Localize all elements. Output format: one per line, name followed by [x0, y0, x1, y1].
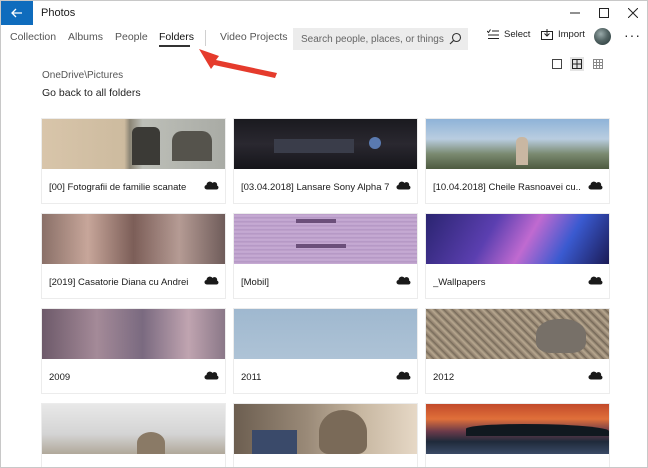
folder-name: [03.04.2018] Lansare Sony Alpha 7... [241, 182, 389, 193]
folder-thumbnail [234, 404, 417, 454]
onedrive-cloud-icon [588, 371, 603, 380]
nav-divider [205, 30, 206, 46]
folder-thumbnail [42, 119, 225, 169]
folder-thumbnail [42, 214, 225, 264]
minimize-button[interactable] [560, 1, 589, 25]
tab-folders[interactable]: Folders [159, 31, 194, 43]
folder-thumbnail [234, 309, 417, 359]
onedrive-cloud-icon [204, 276, 219, 285]
navigation-bar: Collection Albums People Folders Video P… [1, 25, 647, 53]
select-button[interactable]: Select [487, 29, 530, 40]
folder-card[interactable]: [2019] Casatorie Diana cu Andrei [42, 214, 225, 298]
folder-path: OneDrive\Pictures [42, 70, 124, 81]
onedrive-cloud-icon [396, 371, 411, 380]
select-label: Select [504, 29, 531, 40]
onedrive-cloud-icon [204, 181, 219, 190]
search-input[interactable]: Search people, places, or things [301, 34, 444, 45]
folder-card[interactable]: [10.04.2018] Cheile Rasnoavei cu... [426, 119, 609, 203]
onedrive-cloud-icon [396, 181, 411, 190]
folder-card[interactable]: [00] Fotografii de familie scanate [42, 119, 225, 203]
folder-thumbnail [234, 214, 417, 264]
folder-card[interactable] [42, 404, 225, 467]
go-back-link[interactable]: Go back to all folders [42, 87, 141, 99]
folder-card[interactable] [234, 404, 417, 467]
tab-video-projects[interactable]: Video Projects [220, 31, 288, 43]
back-button[interactable] [1, 1, 33, 25]
maximize-button[interactable] [589, 1, 618, 25]
small-tiles-view-icon[interactable] [591, 57, 605, 71]
folder-card[interactable]: 2012 [426, 309, 609, 393]
folder-card[interactable]: [03.04.2018] Lansare Sony Alpha 7... [234, 119, 417, 203]
window-controls [560, 1, 647, 25]
large-tiles-view-icon[interactable] [550, 57, 564, 71]
folder-name: 2011 [241, 372, 262, 383]
folder-thumbnail [426, 404, 609, 454]
folder-thumbnail [234, 119, 417, 169]
folder-name: [10.04.2018] Cheile Rasnoavei cu... [433, 182, 581, 193]
tab-people[interactable]: People [115, 31, 148, 43]
tab-collection[interactable]: Collection [10, 31, 56, 43]
close-icon [627, 8, 638, 18]
folder-name: [2019] Casatorie Diana cu Andrei [49, 277, 189, 288]
app-title: Photos [41, 7, 76, 19]
folder-name: _Wallpapers [433, 277, 486, 288]
folder-name: 2012 [433, 372, 455, 383]
folder-thumbnail [426, 214, 609, 264]
back-arrow-icon [11, 8, 22, 18]
title-bar: Photos [1, 1, 647, 25]
maximize-icon [598, 8, 609, 18]
close-button[interactable] [618, 1, 647, 25]
import-icon [541, 29, 553, 40]
import-label: Import [558, 29, 585, 40]
search-icon[interactable] [449, 32, 462, 45]
onedrive-cloud-icon [588, 181, 603, 190]
minimize-icon [569, 12, 580, 14]
select-list-icon [487, 29, 499, 39]
folder-card[interactable]: _Wallpapers [426, 214, 609, 298]
annotation-arrow-icon [199, 49, 277, 78]
folder-card[interactable]: 2011 [234, 309, 417, 393]
import-button[interactable]: Import [541, 29, 585, 40]
onedrive-cloud-icon [396, 276, 411, 285]
folder-thumbnail [42, 404, 225, 454]
folder-name: [Mobil] [241, 277, 269, 288]
folder-name: 2009 [49, 372, 71, 383]
onedrive-cloud-icon [204, 371, 219, 380]
folder-card[interactable]: 2009 [42, 309, 225, 393]
more-options-icon[interactable]: ··· [624, 27, 641, 43]
search-box[interactable]: Search people, places, or things [293, 28, 468, 50]
folder-card[interactable]: [Mobil] [234, 214, 417, 298]
folder-thumbnail [426, 309, 609, 359]
medium-tiles-view-icon[interactable] [570, 57, 584, 71]
folder-card[interactable] [426, 404, 609, 467]
folder-thumbnail [42, 309, 225, 359]
folder-thumbnail [426, 119, 609, 169]
onedrive-cloud-icon [588, 276, 603, 285]
active-tab-indicator [159, 45, 190, 47]
folder-name: [00] Fotografii de familie scanate [49, 182, 187, 193]
user-avatar[interactable] [594, 28, 611, 45]
photos-window: Photos Collection Albums People Folders … [0, 0, 648, 468]
tab-albums[interactable]: Albums [68, 31, 103, 43]
